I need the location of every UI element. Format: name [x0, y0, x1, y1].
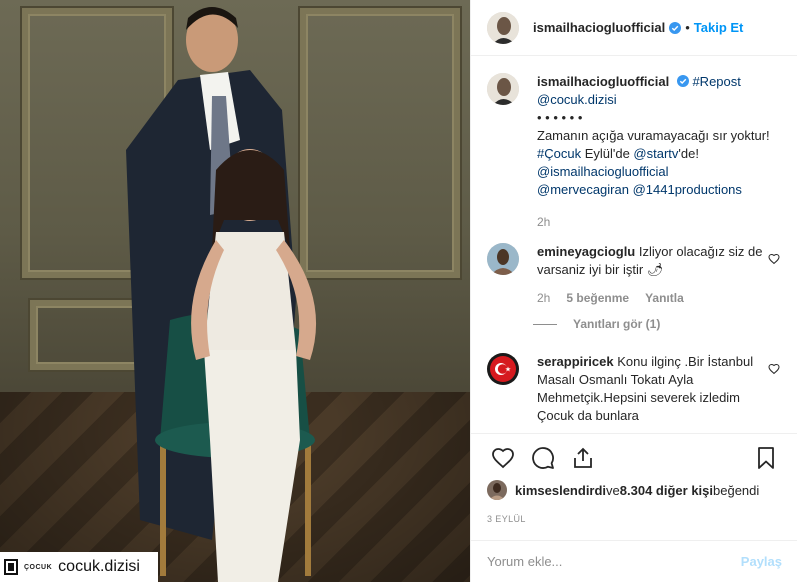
- mention-ismailhaciogluofficial[interactable]: @ismailhaciogluofficial: [537, 164, 668, 179]
- avatar-image: [487, 11, 519, 44]
- comment-body: serappiricek Konu ilginç .Bir İstanbul M…: [537, 353, 773, 425]
- view-replies-label: Yanıtları gör (1): [573, 317, 661, 331]
- share-icon: [574, 447, 592, 468]
- comment-item: emineyagcioglu Izliyor olacağız siz de v…: [487, 243, 782, 307]
- comment-time[interactable]: 2h: [537, 289, 550, 307]
- comment-button[interactable]: [523, 438, 563, 478]
- turkish-flag-avatar: [487, 353, 519, 385]
- caption-text-1: Zamanın açığa vuramayacağı sır yoktur!: [537, 128, 770, 143]
- comment-avatar-image: [487, 243, 519, 275]
- follow-button[interactable]: Takip Et: [694, 20, 744, 35]
- comment-input[interactable]: [487, 554, 741, 569]
- likes-summary: kimseslendirdi ve 8.304 diğer kişi beğen…: [487, 480, 759, 500]
- mention-mervecagiran[interactable]: @mervecagiran: [537, 182, 629, 197]
- source-mention[interactable]: @cocuk.dizisi: [537, 92, 617, 107]
- comment-body: emineyagcioglu Izliyor olacağız siz de v…: [537, 243, 773, 307]
- post-header: ismailhaciogluofficial • Takip Et: [471, 0, 797, 56]
- comment-item: serappiricek Konu ilginç .Bir İstanbul M…: [487, 353, 782, 425]
- caption-username[interactable]: ismailhaciogluofficial: [537, 74, 669, 89]
- verified-badge-icon: [669, 21, 682, 34]
- replies-divider: [533, 323, 557, 325]
- header-separator: •: [685, 20, 690, 35]
- caption: ismailhaciogluofficial #Repost @cocuk.di…: [487, 73, 782, 231]
- likes-count[interactable]: 8.304 diğer kişi: [620, 483, 713, 498]
- caption-avatar[interactable]: [487, 73, 519, 105]
- reply-button[interactable]: Yanıtla: [645, 289, 684, 307]
- post-comment-button[interactable]: Paylaş: [741, 554, 782, 569]
- likes-connector: ve: [606, 482, 620, 498]
- comment-like-icon[interactable]: [768, 253, 780, 265]
- share-button[interactable]: [563, 438, 603, 478]
- verified-badge-icon: [676, 75, 689, 87]
- comment-meta: 2h 5 beğenme Yanıtla: [537, 289, 773, 307]
- mention-startv[interactable]: @startv: [633, 146, 678, 161]
- liker-avatar-image: [487, 480, 507, 500]
- repost-tag: ÇOCUK cocuk.dizisi: [0, 552, 158, 582]
- like-button[interactable]: [483, 438, 523, 478]
- caption-avatar-image: [487, 73, 519, 105]
- caption-body: ismailhaciogluofficial #Repost @cocuk.di…: [537, 73, 773, 231]
- comment-icon: [532, 446, 554, 469]
- comment-likes[interactable]: 5 beğenme: [566, 289, 629, 307]
- comment-like-icon[interactable]: [768, 363, 780, 375]
- caption-time[interactable]: 2h: [537, 213, 773, 231]
- action-bar: [471, 433, 797, 481]
- likes-suffix: beğendi: [713, 482, 760, 498]
- repost-logo-icon: [4, 559, 18, 575]
- view-replies-button[interactable]: Yanıtları gör (1): [533, 317, 782, 331]
- comment-username[interactable]: serappiricek: [537, 354, 614, 369]
- post-photo[interactable]: ÇOCUK cocuk.dizisi: [0, 0, 470, 582]
- header-username[interactable]: ismailhaciogluofficial: [533, 20, 665, 35]
- caption-dots: • • • • • •: [537, 110, 583, 125]
- couple-figures: [126, 7, 317, 582]
- repost-hashtag[interactable]: #Repost: [692, 74, 740, 89]
- comment-username[interactable]: emineyagcioglu: [537, 244, 635, 259]
- heart-icon: [492, 447, 514, 468]
- comment-avatar[interactable]: [487, 243, 519, 275]
- caption-text-3: 'de!: [678, 146, 699, 161]
- liker-avatar[interactable]: [487, 480, 507, 500]
- repost-tag-brand: ÇOCUK: [24, 563, 53, 571]
- save-button[interactable]: [746, 438, 786, 478]
- mention-1441productions[interactable]: @1441productions: [633, 182, 742, 197]
- hashtag-cocuk[interactable]: #Çocuk: [537, 146, 581, 161]
- post-date[interactable]: 3 EYLÜL: [487, 514, 526, 524]
- avatar[interactable]: [487, 11, 519, 44]
- add-comment-bar: Paylaş: [471, 540, 797, 582]
- comment-avatar[interactable]: [487, 353, 519, 385]
- liker-username[interactable]: kimseslendirdi: [515, 483, 606, 498]
- post-side-panel: ismailhaciogluofficial • Takip Et ismail…: [470, 0, 797, 582]
- repost-tag-handle: cocuk.dizisi: [58, 558, 140, 575]
- comments-list[interactable]: ismailhaciogluofficial #Repost @cocuk.di…: [471, 57, 797, 433]
- bookmark-icon: [758, 446, 774, 469]
- caption-text-2: Eylül'de: [581, 146, 634, 161]
